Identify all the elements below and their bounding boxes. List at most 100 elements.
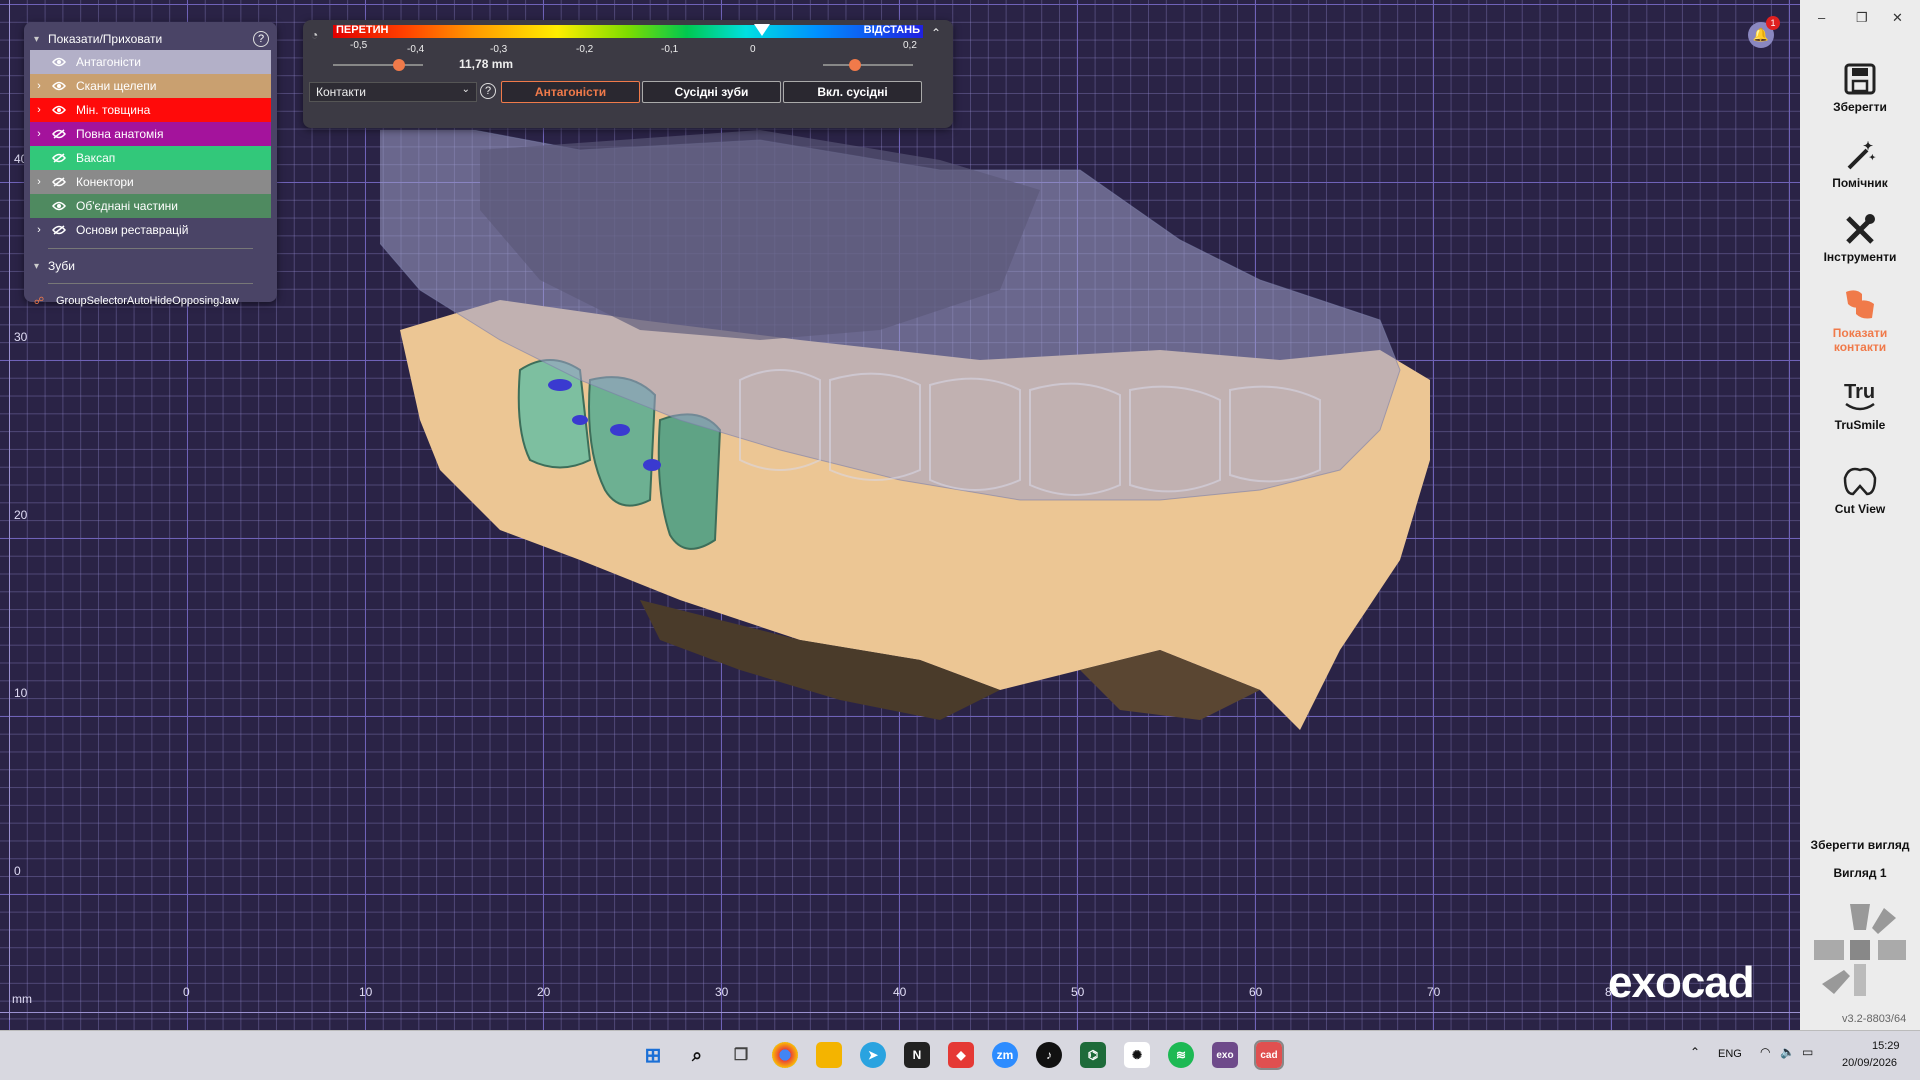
max-slider[interactable] bbox=[823, 59, 913, 71]
battery-icon[interactable]: ▭ bbox=[1802, 1045, 1813, 1059]
gauge-icon[interactable]: ◔ bbox=[311, 28, 318, 42]
save-view-button[interactable]: Зберегти вигляд bbox=[1800, 838, 1920, 852]
eye-icon[interactable] bbox=[48, 57, 70, 67]
help-icon[interactable]: ? bbox=[253, 31, 269, 47]
min-slider-handle[interactable] bbox=[393, 59, 405, 71]
ruler-unit: mm bbox=[12, 992, 32, 1006]
horizontal-ruler bbox=[0, 1012, 1800, 1013]
chevron-right-icon[interactable]: › bbox=[30, 80, 48, 92]
ruler-x-label: 30 bbox=[715, 985, 729, 999]
auto-hide-opposing-toggle[interactable]: ☍ GroupSelectorAutoHideOpposingJaw bbox=[28, 290, 273, 312]
toggle-icon[interactable]: ☍ bbox=[34, 296, 56, 307]
eye-off-icon[interactable] bbox=[48, 129, 70, 139]
cut-view-button[interactable]: Cut View bbox=[1800, 464, 1920, 516]
min-slider[interactable] bbox=[333, 59, 423, 71]
tools-button[interactable]: Інструменти bbox=[1800, 212, 1920, 264]
search-icon[interactable]: ⌕ bbox=[684, 1042, 710, 1068]
layer-row[interactable]: › Мін. товщина bbox=[30, 98, 271, 122]
ruler-y-label: 10 bbox=[14, 686, 28, 700]
mode-select[interactable]: Контакти ⌄ bbox=[309, 82, 477, 102]
wizard-icon: ✦✦ bbox=[1847, 139, 1876, 170]
teeth-label: Зуби bbox=[48, 259, 75, 273]
exocad-app-icon[interactable]: exo bbox=[1212, 1042, 1238, 1068]
help-icon[interactable]: ? bbox=[480, 83, 496, 99]
contacts-icon bbox=[1846, 290, 1874, 319]
eye-icon[interactable] bbox=[48, 81, 70, 91]
layer-row[interactable]: Об'єднані частини bbox=[30, 194, 271, 218]
3d-viewport[interactable]: 40 30 20 10 0 0 10 20 30 40 50 60 70 80 … bbox=[0, 0, 1800, 1030]
notion-icon[interactable]: N bbox=[904, 1042, 930, 1068]
close-icon[interactable]: ✕ bbox=[1892, 10, 1903, 26]
task-view-icon[interactable]: ❐ bbox=[728, 1042, 754, 1068]
layer-row[interactable]: › Повна анатомія bbox=[30, 122, 271, 146]
include-adjacent-button[interactable]: Вкл. сусідні bbox=[783, 81, 922, 103]
clock-time[interactable]: 15:29 bbox=[1872, 1040, 1900, 1052]
teeth-group[interactable]: ▾ Зуби bbox=[28, 255, 273, 277]
file-explorer-icon[interactable] bbox=[816, 1042, 842, 1068]
spotify-icon[interactable]: ≋ bbox=[1168, 1042, 1194, 1068]
chevron-right-icon[interactable]: › bbox=[30, 224, 48, 236]
max-slider-handle[interactable] bbox=[849, 59, 861, 71]
layer-label: Скани щелепи bbox=[76, 79, 157, 93]
notification-count: 1 bbox=[1766, 16, 1780, 30]
layer-label: Основи реставрацій bbox=[76, 223, 189, 237]
layer-row[interactable]: Антагоністи bbox=[30, 50, 271, 74]
eye-off-icon[interactable] bbox=[48, 177, 70, 187]
contacts-panel: ◔ ПЕРЕТИН ВІДСТАНЬ -0,5 -0,4 -0,3 -0,2 -… bbox=[303, 20, 953, 128]
scale-tick: -0,1 bbox=[661, 44, 679, 55]
taskbar: ⊞ ⌕ ❐ ➤ N ◆ zm ♪ ⌬ ✺ ≋ exo cad ⌃ ENG ◠ 🔈… bbox=[0, 1030, 1920, 1080]
wifi-icon[interactable]: ◠ bbox=[1760, 1045, 1770, 1059]
panel-header[interactable]: ▾ Показати/Приховати ? bbox=[28, 28, 273, 50]
wizard-button[interactable]: ✦ ✦ Помічник bbox=[1800, 138, 1920, 190]
chevron-right-icon[interactable]: › bbox=[30, 176, 48, 188]
layer-row[interactable]: Ваксап bbox=[30, 146, 271, 170]
tray-chevron-icon[interactable]: ⌃ bbox=[1690, 1045, 1700, 1059]
trusmile-button[interactable]: Tru TruSmile bbox=[1800, 380, 1920, 432]
ruler-x-label: 70 bbox=[1427, 985, 1441, 999]
ruler-x-label: 40 bbox=[893, 985, 907, 999]
restore-icon[interactable]: ❐ bbox=[1856, 10, 1868, 26]
ruler-x-label: 20 bbox=[537, 985, 551, 999]
chevron-right-icon[interactable]: › bbox=[30, 104, 48, 116]
chevron-right-icon[interactable]: › bbox=[30, 128, 48, 140]
layer-row[interactable]: › Основи реставрацій bbox=[30, 218, 271, 242]
volume-icon[interactable]: 🔈 bbox=[1780, 1045, 1795, 1059]
cut-view-label: Cut View bbox=[1834, 502, 1886, 516]
minimize-icon[interactable]: – bbox=[1818, 10, 1825, 25]
cad-app-icon[interactable]: cad bbox=[1254, 1040, 1284, 1070]
collapse-icon[interactable]: ⌃ bbox=[931, 26, 941, 40]
layer-row[interactable]: › Конектори bbox=[30, 170, 271, 194]
eye-icon[interactable] bbox=[48, 105, 70, 115]
divider bbox=[48, 283, 253, 284]
chrome-icon[interactable] bbox=[772, 1042, 798, 1068]
zoom-icon[interactable]: zm bbox=[992, 1042, 1018, 1068]
show-contacts-button[interactable]: Показати контакти bbox=[1800, 286, 1920, 354]
clock-date[interactable]: 20/09/2026 bbox=[1842, 1057, 1897, 1069]
ruler-x-label: 60 bbox=[1249, 985, 1263, 999]
layer-row[interactable]: › Скани щелепи bbox=[30, 74, 271, 98]
save-icon bbox=[1844, 63, 1876, 95]
save-button[interactable]: Зберегти bbox=[1800, 62, 1920, 114]
adjacent-teeth-button[interactable]: Сусідні зуби bbox=[642, 81, 781, 103]
app-icon[interactable]: ⌬ bbox=[1080, 1042, 1106, 1068]
view-navigator-icon[interactable] bbox=[1812, 900, 1908, 1000]
view-1-button[interactable]: Вигляд 1 bbox=[1800, 866, 1920, 880]
chevron-down-icon[interactable]: ▾ bbox=[34, 261, 48, 272]
layer-label: Повна анатомія bbox=[76, 127, 164, 141]
antagonists-button[interactable]: Антагоністи bbox=[501, 81, 640, 103]
version-label: v3.2-8803/64 bbox=[1842, 1013, 1907, 1025]
chevron-down-icon[interactable]: ▾ bbox=[34, 34, 48, 45]
anydesk-icon[interactable]: ◆ bbox=[948, 1042, 974, 1068]
telegram-icon[interactable]: ➤ bbox=[860, 1042, 886, 1068]
layer-label: Об'єднані частини bbox=[76, 199, 179, 213]
notification-bell-icon[interactable]: 🔔 1 bbox=[1748, 16, 1780, 48]
eye-icon[interactable] bbox=[48, 201, 70, 211]
language-indicator[interactable]: ENG bbox=[1718, 1048, 1742, 1060]
eye-off-icon[interactable] bbox=[48, 153, 70, 163]
tiktok-icon[interactable]: ♪ bbox=[1036, 1042, 1062, 1068]
svg-text:Tru: Tru bbox=[1844, 381, 1875, 403]
dental-model[interactable] bbox=[380, 130, 1460, 760]
eye-off-icon[interactable] bbox=[48, 225, 70, 235]
start-icon[interactable]: ⊞ bbox=[640, 1042, 666, 1068]
chatgpt-icon[interactable]: ✺ bbox=[1124, 1042, 1150, 1068]
